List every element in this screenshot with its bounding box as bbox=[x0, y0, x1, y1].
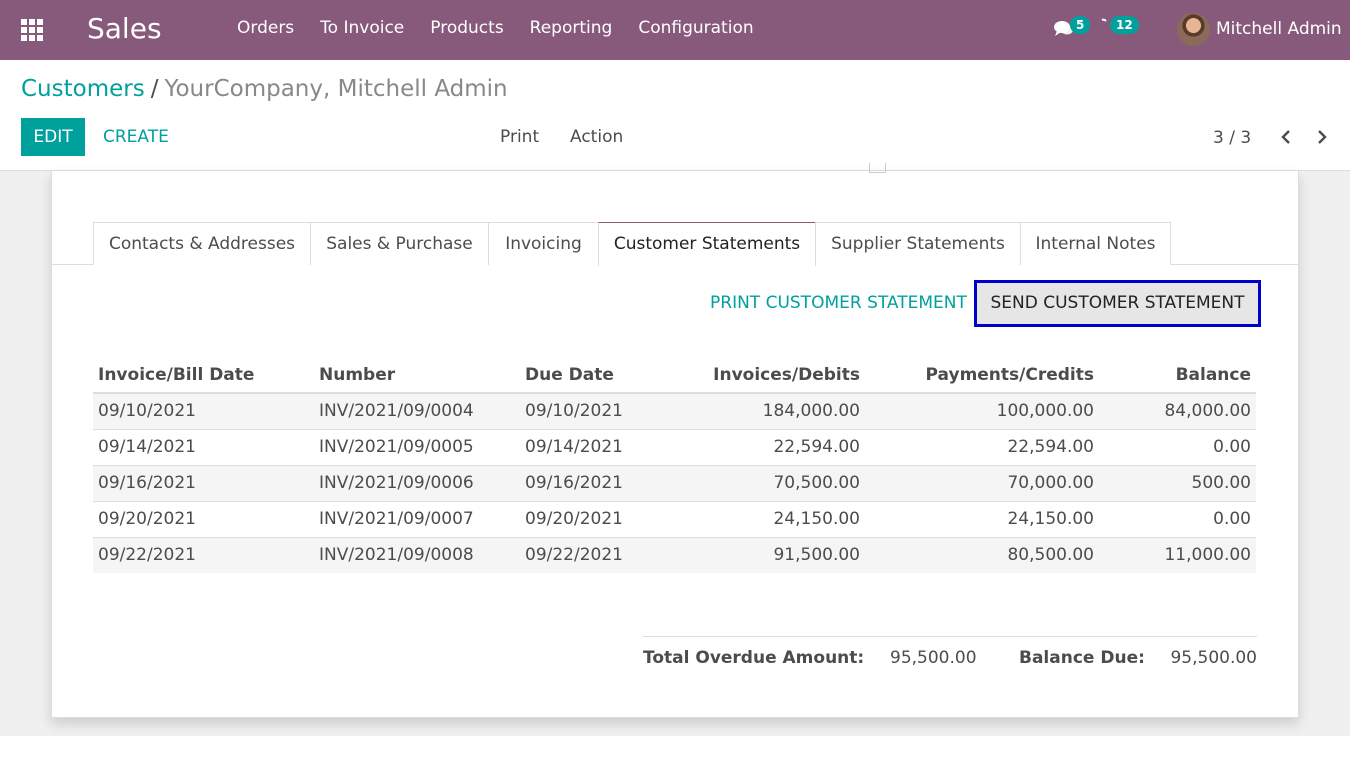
activities-count-badge: 12 bbox=[1110, 16, 1139, 34]
cell-debits: 24,150.00 bbox=[642, 500, 865, 537]
menu-item-configuration[interactable]: Configuration bbox=[638, 18, 753, 38]
breadcrumb-separator: / bbox=[150, 76, 159, 102]
print-customer-statement-button[interactable]: PRINT CUSTOMER STATEMENT bbox=[710, 293, 967, 313]
cell-credits: 24,150.00 bbox=[865, 500, 1099, 537]
column-header-number[interactable]: Number bbox=[314, 357, 520, 394]
cell-debits: 70,500.00 bbox=[642, 464, 865, 501]
cell-debits: 184,000.00 bbox=[642, 392, 865, 429]
tab-supplier-statements[interactable]: Supplier Statements bbox=[815, 222, 1021, 265]
action-dropdown[interactable]: Action bbox=[570, 118, 623, 156]
cell-date: 09/14/2021 bbox=[93, 428, 314, 465]
table-row[interactable]: 09/10/2021 INV/2021/09/0004 09/10/2021 1… bbox=[93, 392, 1256, 429]
menu-item-products[interactable]: Products bbox=[430, 18, 503, 38]
cell-number: INV/2021/09/0005 bbox=[314, 428, 520, 465]
balance-due-value: 95,500.00 bbox=[1170, 648, 1257, 668]
tab-sales-purchase[interactable]: Sales & Purchase bbox=[310, 222, 489, 265]
cell-credits: 70,000.00 bbox=[865, 464, 1099, 501]
tab-contacts-addresses[interactable]: Contacts & Addresses bbox=[93, 222, 311, 265]
table-row[interactable]: 09/16/2021 INV/2021/09/0006 09/16/2021 7… bbox=[93, 464, 1256, 501]
cell-date: 09/16/2021 bbox=[93, 464, 314, 501]
table-header-row: Invoice/Bill Date Number Due Date Invoic… bbox=[93, 357, 1256, 394]
cell-number: INV/2021/09/0004 bbox=[314, 392, 520, 429]
cell-due-date: 09/10/2021 bbox=[520, 392, 642, 429]
menu-item-orders[interactable]: Orders bbox=[237, 18, 294, 38]
cell-due-date: 09/22/2021 bbox=[520, 536, 642, 573]
pager-value[interactable]: 3 / 3 bbox=[1213, 128, 1251, 148]
cell-date: 09/10/2021 bbox=[93, 392, 314, 429]
cell-balance: 500.00 bbox=[1099, 464, 1256, 501]
messages-count-badge: 5 bbox=[1070, 16, 1091, 34]
top-navbar: Sales Orders To Invoice Products Reporti… bbox=[0, 0, 1350, 60]
menu-item-reporting[interactable]: Reporting bbox=[530, 18, 613, 38]
total-overdue-value: 95,500.00 bbox=[890, 648, 977, 668]
breadcrumb: Customers / YourCompany, Mitchell Admin bbox=[21, 76, 508, 102]
column-header-debits[interactable]: Invoices/Debits bbox=[642, 357, 865, 394]
column-header-due-date[interactable]: Due Date bbox=[520, 357, 642, 394]
apps-menu-icon[interactable] bbox=[21, 19, 45, 41]
send-customer-statement-button[interactable]: SEND CUSTOMER STATEMENT bbox=[974, 280, 1261, 327]
menu-item-to-invoice[interactable]: To Invoice bbox=[320, 18, 404, 38]
user-menu[interactable]: Mitchell Admin bbox=[1216, 19, 1342, 39]
breadcrumb-current: YourCompany, Mitchell Admin bbox=[164, 76, 508, 102]
table-row[interactable]: 09/22/2021 INV/2021/09/0008 09/22/2021 9… bbox=[93, 536, 1256, 573]
cell-date: 09/22/2021 bbox=[93, 536, 314, 573]
print-dropdown[interactable]: Print bbox=[500, 118, 539, 156]
tab-customer-statements[interactable]: Customer Statements bbox=[598, 222, 816, 266]
edit-button[interactable]: EDIT bbox=[21, 118, 85, 156]
column-header-credits[interactable]: Payments/Credits bbox=[865, 357, 1099, 394]
cell-number: INV/2021/09/0006 bbox=[314, 464, 520, 501]
cell-due-date: 09/16/2021 bbox=[520, 464, 642, 501]
cell-balance: 0.00 bbox=[1099, 428, 1256, 465]
cell-due-date: 09/14/2021 bbox=[520, 428, 642, 465]
cell-credits: 100,000.00 bbox=[865, 392, 1099, 429]
notebook-tabs: Contacts & Addresses Sales & Purchase In… bbox=[52, 222, 1298, 266]
cell-balance: 84,000.00 bbox=[1099, 392, 1256, 429]
next-record-icon[interactable] bbox=[1316, 130, 1328, 144]
breadcrumb-customers[interactable]: Customers bbox=[21, 76, 145, 102]
table-row[interactable]: 09/20/2021 INV/2021/09/0007 09/20/2021 2… bbox=[93, 500, 1256, 537]
tab-internal-notes[interactable]: Internal Notes bbox=[1020, 222, 1171, 265]
column-header-balance[interactable]: Balance bbox=[1099, 357, 1256, 394]
main-menu: Orders To Invoice Products Reporting Con… bbox=[237, 18, 780, 38]
tab-invoicing[interactable]: Invoicing bbox=[488, 222, 599, 265]
previous-record-icon[interactable] bbox=[1280, 130, 1292, 144]
create-button[interactable]: CREATE bbox=[103, 118, 169, 156]
cell-balance: 0.00 bbox=[1099, 500, 1256, 537]
app-title[interactable]: Sales bbox=[87, 12, 162, 45]
column-header-date[interactable]: Invoice/Bill Date bbox=[93, 357, 314, 394]
statement-table: Invoice/Bill Date Number Due Date Invoic… bbox=[93, 357, 1256, 573]
cell-debits: 91,500.00 bbox=[642, 536, 865, 573]
statement-totals: Total Overdue Amount: 95,500.00 Balance … bbox=[643, 636, 1257, 672]
cell-credits: 22,594.00 bbox=[865, 428, 1099, 465]
cell-due-date: 09/20/2021 bbox=[520, 500, 642, 537]
table-row[interactable]: 09/14/2021 INV/2021/09/0005 09/14/2021 2… bbox=[93, 428, 1256, 465]
chatter-area bbox=[0, 736, 1350, 765]
avatar[interactable] bbox=[1177, 13, 1210, 46]
cell-date: 09/20/2021 bbox=[93, 500, 314, 537]
cell-debits: 22,594.00 bbox=[642, 428, 865, 465]
cell-credits: 80,500.00 bbox=[865, 536, 1099, 573]
balance-due-label: Balance Due: bbox=[1019, 648, 1145, 668]
cell-number: INV/2021/09/0008 bbox=[314, 536, 520, 573]
cell-number: INV/2021/09/0007 bbox=[314, 500, 520, 537]
control-panel: Customers / YourCompany, Mitchell Admin ED… bbox=[0, 60, 1350, 171]
cell-balance: 11,000.00 bbox=[1099, 536, 1256, 573]
form-sheet: Contacts & Addresses Sales & Purchase In… bbox=[51, 163, 1299, 718]
partial-checkbox[interactable] bbox=[869, 163, 886, 173]
total-overdue-label: Total Overdue Amount: bbox=[643, 648, 865, 668]
